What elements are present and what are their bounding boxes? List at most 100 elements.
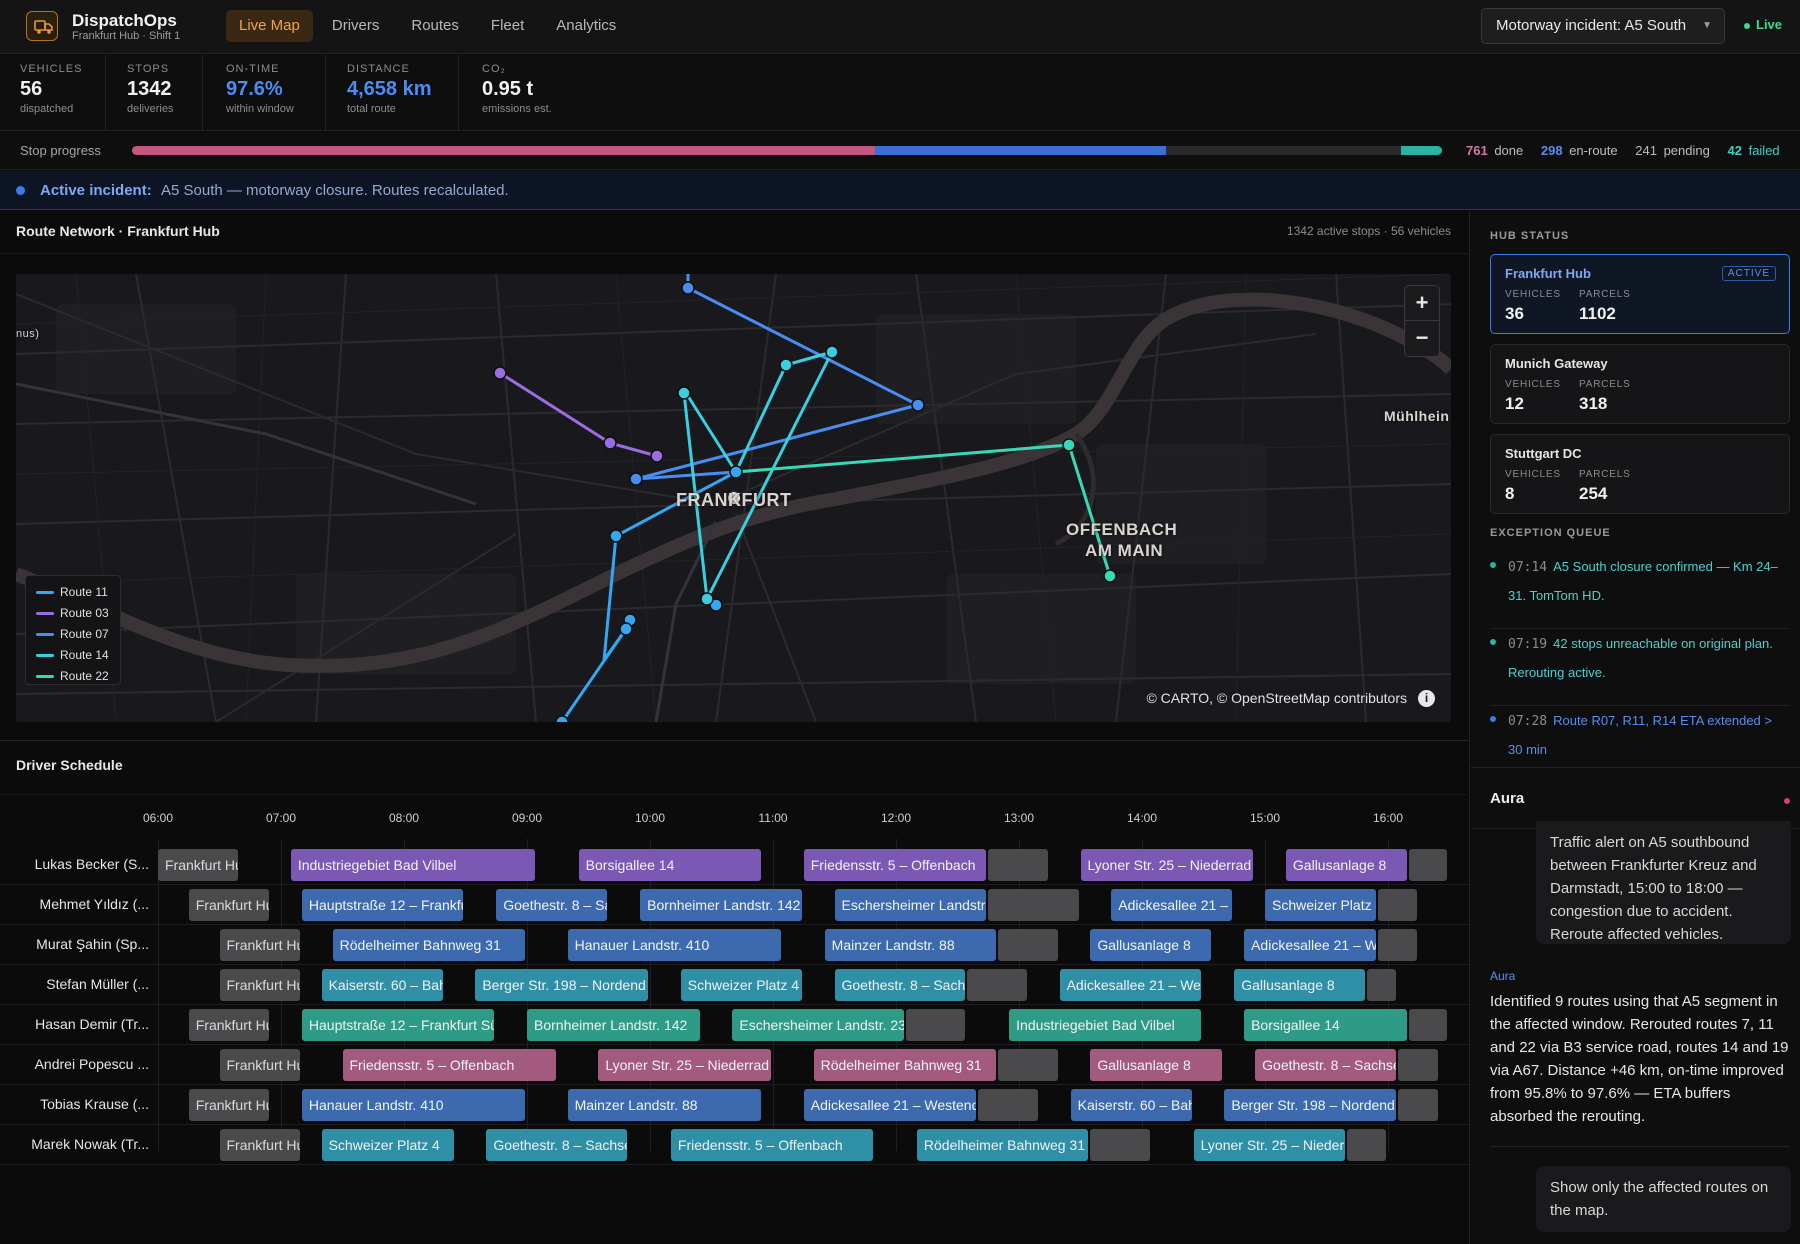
schedule-block[interactable]: Hauptstraße 12 – Frankfurt [301,889,464,921]
nav-routes[interactable]: Routes [398,10,472,42]
hub-card-stuttgart[interactable]: Stuttgart DC VEHICLES PARCELS 8 254 [1490,434,1790,514]
schedule-buffer-block[interactable] [988,849,1048,881]
route-stop-marker[interactable] [1103,569,1117,583]
route-stop-marker[interactable] [1062,438,1076,452]
schedule-block[interactable]: Goethestr. 8 – Sachsenhausen [496,889,608,921]
route-stop-marker[interactable] [619,622,633,636]
schedule-block[interactable]: Gallusanlage 8 [1234,969,1366,1001]
schedule-block[interactable]: Eschersheimer Landstr. 230 [834,889,987,921]
schedule-block[interactable]: Goethestr. 8 – Sachsenhausen [834,969,966,1001]
schedule-block[interactable]: Frankfurt Hub [188,889,270,921]
schedule-block[interactable]: Industriegebiet Bad Vilbel [290,849,535,881]
schedule-block[interactable]: Adickesallee 21 – Westend [803,1089,977,1121]
info-icon[interactable]: i [1418,690,1435,707]
hub-card-munich[interactable]: Munich Gateway VEHICLES PARCELS 12 318 [1490,344,1790,424]
driver-name[interactable]: Murat Şahin (Sp... [0,936,149,952]
schedule-buffer-block[interactable] [1397,1089,1438,1121]
schedule-block[interactable]: Schweizer Platz 4 [680,969,802,1001]
schedule-buffer-block[interactable] [1090,1129,1150,1161]
schedule-block[interactable]: Adickesallee 21 – Westend [1244,929,1377,961]
schedule-block[interactable]: Goethestr. 8 – Sachsenhausen [486,1129,628,1161]
route-stop-marker[interactable] [825,345,839,359]
schedule-block[interactable]: Friedensstr. 5 – Offenbach [342,1049,556,1081]
schedule-buffer-block[interactable] [1347,1129,1386,1161]
exception-item[interactable]: 07:19 42 stops unreachable on original pl… [1490,630,1790,706]
schedule-block[interactable]: Hanauer Landstr. 410 [567,929,781,961]
nav-analytics[interactable]: Analytics [543,10,629,42]
route-stop-marker[interactable] [677,386,691,400]
schedule-block[interactable]: Friedensstr. 5 – Offenbach [670,1129,874,1161]
schedule-block[interactable]: Rödelheimer Bahnweg 31 [813,1049,997,1081]
schedule-block[interactable]: Schweizer Platz 4 [1265,889,1377,921]
driver-name[interactable]: Lukas Becker (S... [0,856,149,872]
schedule-block[interactable]: Gallusanlage 8 [1090,929,1212,961]
driver-name[interactable]: Stefan Müller (... [0,976,149,992]
schedule-block[interactable]: Gallusanlage 8 [1090,1049,1223,1081]
schedule-buffer-block[interactable] [905,1009,966,1041]
schedule-buffer-block[interactable] [1408,1009,1448,1041]
route-stop-marker[interactable] [603,436,617,450]
schedule-block[interactable]: Frankfurt Hub [188,1009,270,1041]
schedule-block[interactable]: Mainzer Landstr. 88 [824,929,997,961]
schedule-block[interactable]: Berger Str. 198 – Nordend [475,969,648,1001]
driver-name[interactable]: Hasan Demir (Tr... [0,1016,149,1032]
schedule-buffer-block[interactable] [967,969,1027,1001]
schedule-block[interactable]: Frankfurt Hub [158,849,239,881]
schedule-block[interactable]: Borsigallee 14 [578,849,762,881]
route-stop-marker[interactable] [681,281,695,295]
schedule-buffer-block[interactable] [998,929,1058,961]
route-stop-marker[interactable] [555,715,569,722]
route-stop-marker[interactable] [729,465,743,479]
schedule-block[interactable]: Hanauer Landstr. 410 [301,1089,525,1121]
schedule-block[interactable]: Lyoner Str. 25 – Niederrad [1080,849,1254,881]
driver-name[interactable]: Tobias Krause (... [0,1096,149,1112]
schedule-block[interactable]: Frankfurt Hub [219,1129,300,1161]
schedule-buffer-block[interactable] [1378,889,1417,921]
zoom-in-button[interactable]: + [1405,286,1439,321]
hub-card-frankfurt[interactable]: Frankfurt Hub ACTIVE VEHICLES PARCELS 36… [1490,254,1790,334]
schedule-block[interactable]: Borsigallee 14 [1244,1009,1407,1041]
scenario-select[interactable]: Motorway incident: A5 South ▼ [1481,8,1725,44]
schedule-block[interactable]: Frankfurt Hub [219,969,300,1001]
schedule-block[interactable]: Kaiserstr. 60 – Bahnhofsviertel [321,969,443,1001]
schedule-block[interactable]: Lyoner Str. 25 – Niederrad [1193,1129,1346,1161]
schedule-block[interactable]: Frankfurt Hub [188,1089,270,1121]
schedule-block[interactable]: Bornheimer Landstr. 142 [527,1009,700,1041]
schedule-block[interactable]: Frankfurt Hub [219,929,300,961]
schedule-buffer-block[interactable] [1397,1049,1438,1081]
schedule-block[interactable]: Kaiserstr. 60 – Bahnhofsviertel [1070,1089,1192,1121]
route-stop-marker[interactable] [493,366,507,380]
schedule-block[interactable]: Lyoner Str. 25 – Niederrad [598,1049,771,1081]
nav-drivers[interactable]: Drivers [319,10,393,42]
schedule-block[interactable]: Frankfurt Hub [219,1049,300,1081]
driver-name[interactable]: Andrei Popescu ... [0,1056,149,1072]
schedule-block[interactable]: Goethestr. 8 – Sachsenhausen [1255,1049,1396,1081]
map-attribution[interactable]: © CARTO, © OpenStreetMap contributors [1146,690,1407,706]
exception-item[interactable]: 07:14 A5 South closure confirmed — Km 24–… [1490,553,1790,629]
schedule-block[interactable]: Industriegebiet Bad Vilbel [1009,1009,1202,1041]
schedule-buffer-block[interactable] [988,889,1079,921]
route-stop-marker[interactable] [700,592,714,606]
nav-fleet[interactable]: Fleet [478,10,537,42]
schedule-block[interactable]: Rödelheimer Bahnweg 31 [332,929,525,961]
schedule-buffer-block[interactable] [1408,849,1448,881]
route-map[interactable]: FRANKFURT OFFENBACH AM MAIN Mühlhein nus… [16,274,1451,722]
zoom-out-button[interactable]: − [1405,321,1439,356]
schedule-buffer-block[interactable] [1367,969,1396,1001]
route-stop-marker[interactable] [629,472,643,486]
schedule-buffer-block[interactable] [978,1089,1038,1121]
schedule-block[interactable]: Mainzer Landstr. 88 [567,1089,762,1121]
route-stop-marker[interactable] [779,358,793,372]
route-stop-marker[interactable] [911,398,925,412]
schedule-block[interactable]: Hauptstraße 12 – Frankfurt Süd [301,1009,495,1041]
schedule-buffer-block[interactable] [998,1049,1058,1081]
schedule-block[interactable]: Rödelheimer Bahnweg 31 [916,1129,1089,1161]
schedule-block[interactable]: Schweizer Platz 4 [321,1129,454,1161]
schedule-block[interactable]: Bornheimer Landstr. 142 [640,889,802,921]
nav-live-map[interactable]: Live Map [226,10,313,42]
schedule-block[interactable]: Eschersheimer Landstr. 230 [732,1009,904,1041]
schedule-block[interactable]: Berger Str. 198 – Nordend [1224,1089,1396,1121]
driver-name[interactable]: Marek Nowak (Tr... [0,1136,149,1152]
driver-name[interactable]: Mehmet Yıldız (... [0,896,149,912]
route-stop-marker[interactable] [650,449,664,463]
